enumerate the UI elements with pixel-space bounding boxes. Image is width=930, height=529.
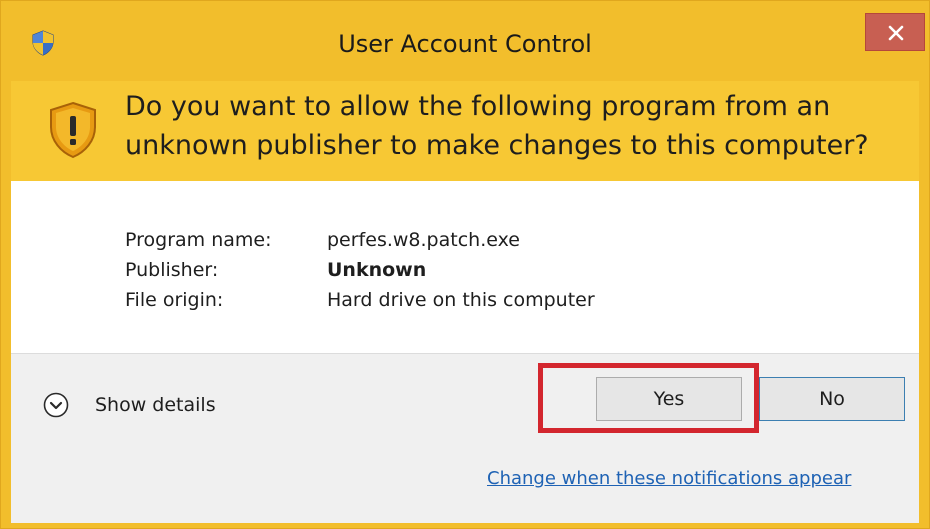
- dialog-footer: Show details Yes No Change when these no…: [11, 353, 919, 523]
- file-origin-label: File origin:: [125, 289, 224, 311]
- warning-banner: Do you want to allow the following progr…: [11, 81, 919, 181]
- window-title: User Account Control: [338, 30, 592, 58]
- title-bar: User Account Control: [1, 1, 929, 81]
- publisher-value: Unknown: [327, 259, 427, 281]
- warning-shield-icon: [47, 101, 99, 159]
- file-origin-row: File origin: Hard drive on this computer: [11, 285, 919, 315]
- file-origin-value: Hard drive on this computer: [327, 289, 595, 311]
- chevron-down-circle-icon: [43, 392, 69, 418]
- uac-dialog: User Account Control Do you want to allo…: [0, 0, 930, 529]
- no-button[interactable]: No: [759, 377, 905, 421]
- program-name-row: Program name: perfes.w8.patch.exe: [11, 225, 919, 255]
- show-details-label: Show details: [95, 394, 216, 416]
- program-name-label: Program name:: [125, 229, 272, 251]
- program-info: Program name: perfes.w8.patch.exe Publis…: [11, 181, 919, 353]
- publisher-row: Publisher: Unknown: [11, 255, 919, 285]
- program-name-value: perfes.w8.patch.exe: [327, 229, 520, 251]
- close-button[interactable]: [865, 13, 925, 51]
- uac-question: Do you want to allow the following progr…: [125, 91, 869, 161]
- yes-button-highlight-box: [538, 363, 759, 433]
- close-icon: [888, 25, 904, 41]
- change-notifications-link[interactable]: Change when these notifications appear: [487, 466, 851, 492]
- publisher-label: Publisher:: [125, 259, 219, 281]
